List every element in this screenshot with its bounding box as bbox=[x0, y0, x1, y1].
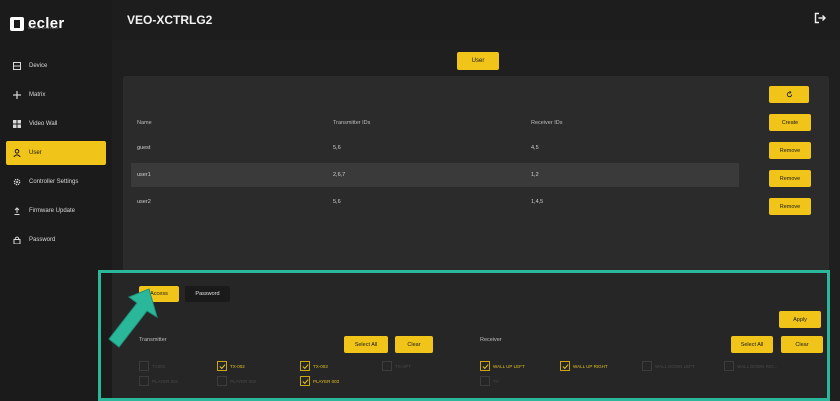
sidebar-nav: Device Matrix Video Wall User Controller… bbox=[6, 54, 106, 257]
create-button[interactable]: Create bbox=[769, 114, 811, 131]
pointer-arrow-icon bbox=[108, 288, 158, 348]
remove-button-user1[interactable]: Remove bbox=[769, 170, 811, 187]
sidebar-item-device[interactable]: Device bbox=[6, 54, 106, 78]
top-bar: VEO-XCTRLG2 bbox=[112, 0, 840, 40]
cell-receiver-ids: 1,2 bbox=[531, 172, 539, 178]
table-row-selected[interactable]: user1 2,6,7 1,2 bbox=[131, 163, 739, 187]
table-header: Name Transmitter IDs Receiver IDs bbox=[131, 114, 739, 132]
users-table: Name Transmitter IDs Receiver IDs guest … bbox=[131, 114, 739, 217]
cell-transmitter-ids: 5,6 bbox=[333, 199, 341, 205]
video-wall-icon bbox=[12, 119, 22, 129]
sidebar-item-label: User bbox=[29, 150, 42, 156]
page-title: VEO-XCTRLG2 bbox=[127, 13, 213, 27]
user-icon bbox=[12, 148, 22, 158]
upload-icon bbox=[12, 206, 22, 216]
sidebar-item-label: Matrix bbox=[29, 92, 46, 98]
tab-user[interactable]: User bbox=[457, 52, 499, 70]
refresh-button[interactable] bbox=[769, 86, 809, 103]
sidebar-item-label: Controller Settings bbox=[29, 179, 79, 185]
column-header-receiver-ids: Receiver IDs bbox=[531, 120, 563, 126]
device-icon bbox=[12, 61, 22, 71]
column-header-name: Name bbox=[137, 120, 152, 126]
sidebar-item-label: Video Wall bbox=[29, 121, 58, 127]
cell-receiver-ids: 4,5 bbox=[531, 145, 539, 151]
cell-name: guest bbox=[137, 145, 151, 151]
cell-transmitter-ids: 5,6 bbox=[333, 145, 341, 151]
sidebar: ecler VISION CONTROL Device Matrix Video… bbox=[0, 0, 112, 401]
refresh-icon bbox=[786, 91, 792, 98]
remove-button-user2[interactable]: Remove bbox=[769, 198, 811, 215]
sidebar-item-user[interactable]: User bbox=[6, 141, 106, 165]
users-panel: Name Transmitter IDs Receiver IDs guest … bbox=[123, 76, 829, 276]
sidebar-item-matrix[interactable]: Matrix bbox=[6, 83, 106, 107]
brand-logo: ecler bbox=[10, 10, 102, 38]
cell-receiver-ids: 1,4,5 bbox=[531, 199, 544, 205]
highlight-frame bbox=[98, 270, 830, 401]
sidebar-item-video-wall[interactable]: Video Wall bbox=[6, 112, 106, 136]
lock-icon bbox=[12, 235, 22, 245]
cell-name: user2 bbox=[137, 199, 151, 205]
sidebar-item-firmware-update[interactable]: Firmware Update bbox=[6, 199, 106, 223]
matrix-icon bbox=[12, 90, 22, 100]
sidebar-item-controller-settings[interactable]: Controller Settings bbox=[6, 170, 106, 194]
gear-icon bbox=[12, 177, 22, 187]
logout-icon[interactable] bbox=[814, 12, 826, 24]
sidebar-item-label: Password bbox=[29, 237, 56, 243]
sidebar-item-label: Firmware Update bbox=[29, 208, 76, 214]
cell-name: user1 bbox=[137, 172, 151, 178]
logo-tagline: VISION CONTROL bbox=[28, 26, 60, 30]
sidebar-item-label: Device bbox=[29, 63, 48, 69]
logo-mark-icon bbox=[10, 17, 24, 31]
cell-transmitter-ids: 2,6,7 bbox=[333, 172, 346, 178]
remove-button-guest[interactable]: Remove bbox=[769, 142, 811, 159]
column-header-transmitter-ids: Transmitter IDs bbox=[333, 120, 371, 126]
table-row[interactable]: guest 5,6 4,5 bbox=[131, 136, 739, 160]
sidebar-item-password[interactable]: Password bbox=[6, 228, 106, 252]
table-row[interactable]: user2 5,6 1,4,5 bbox=[131, 190, 739, 214]
